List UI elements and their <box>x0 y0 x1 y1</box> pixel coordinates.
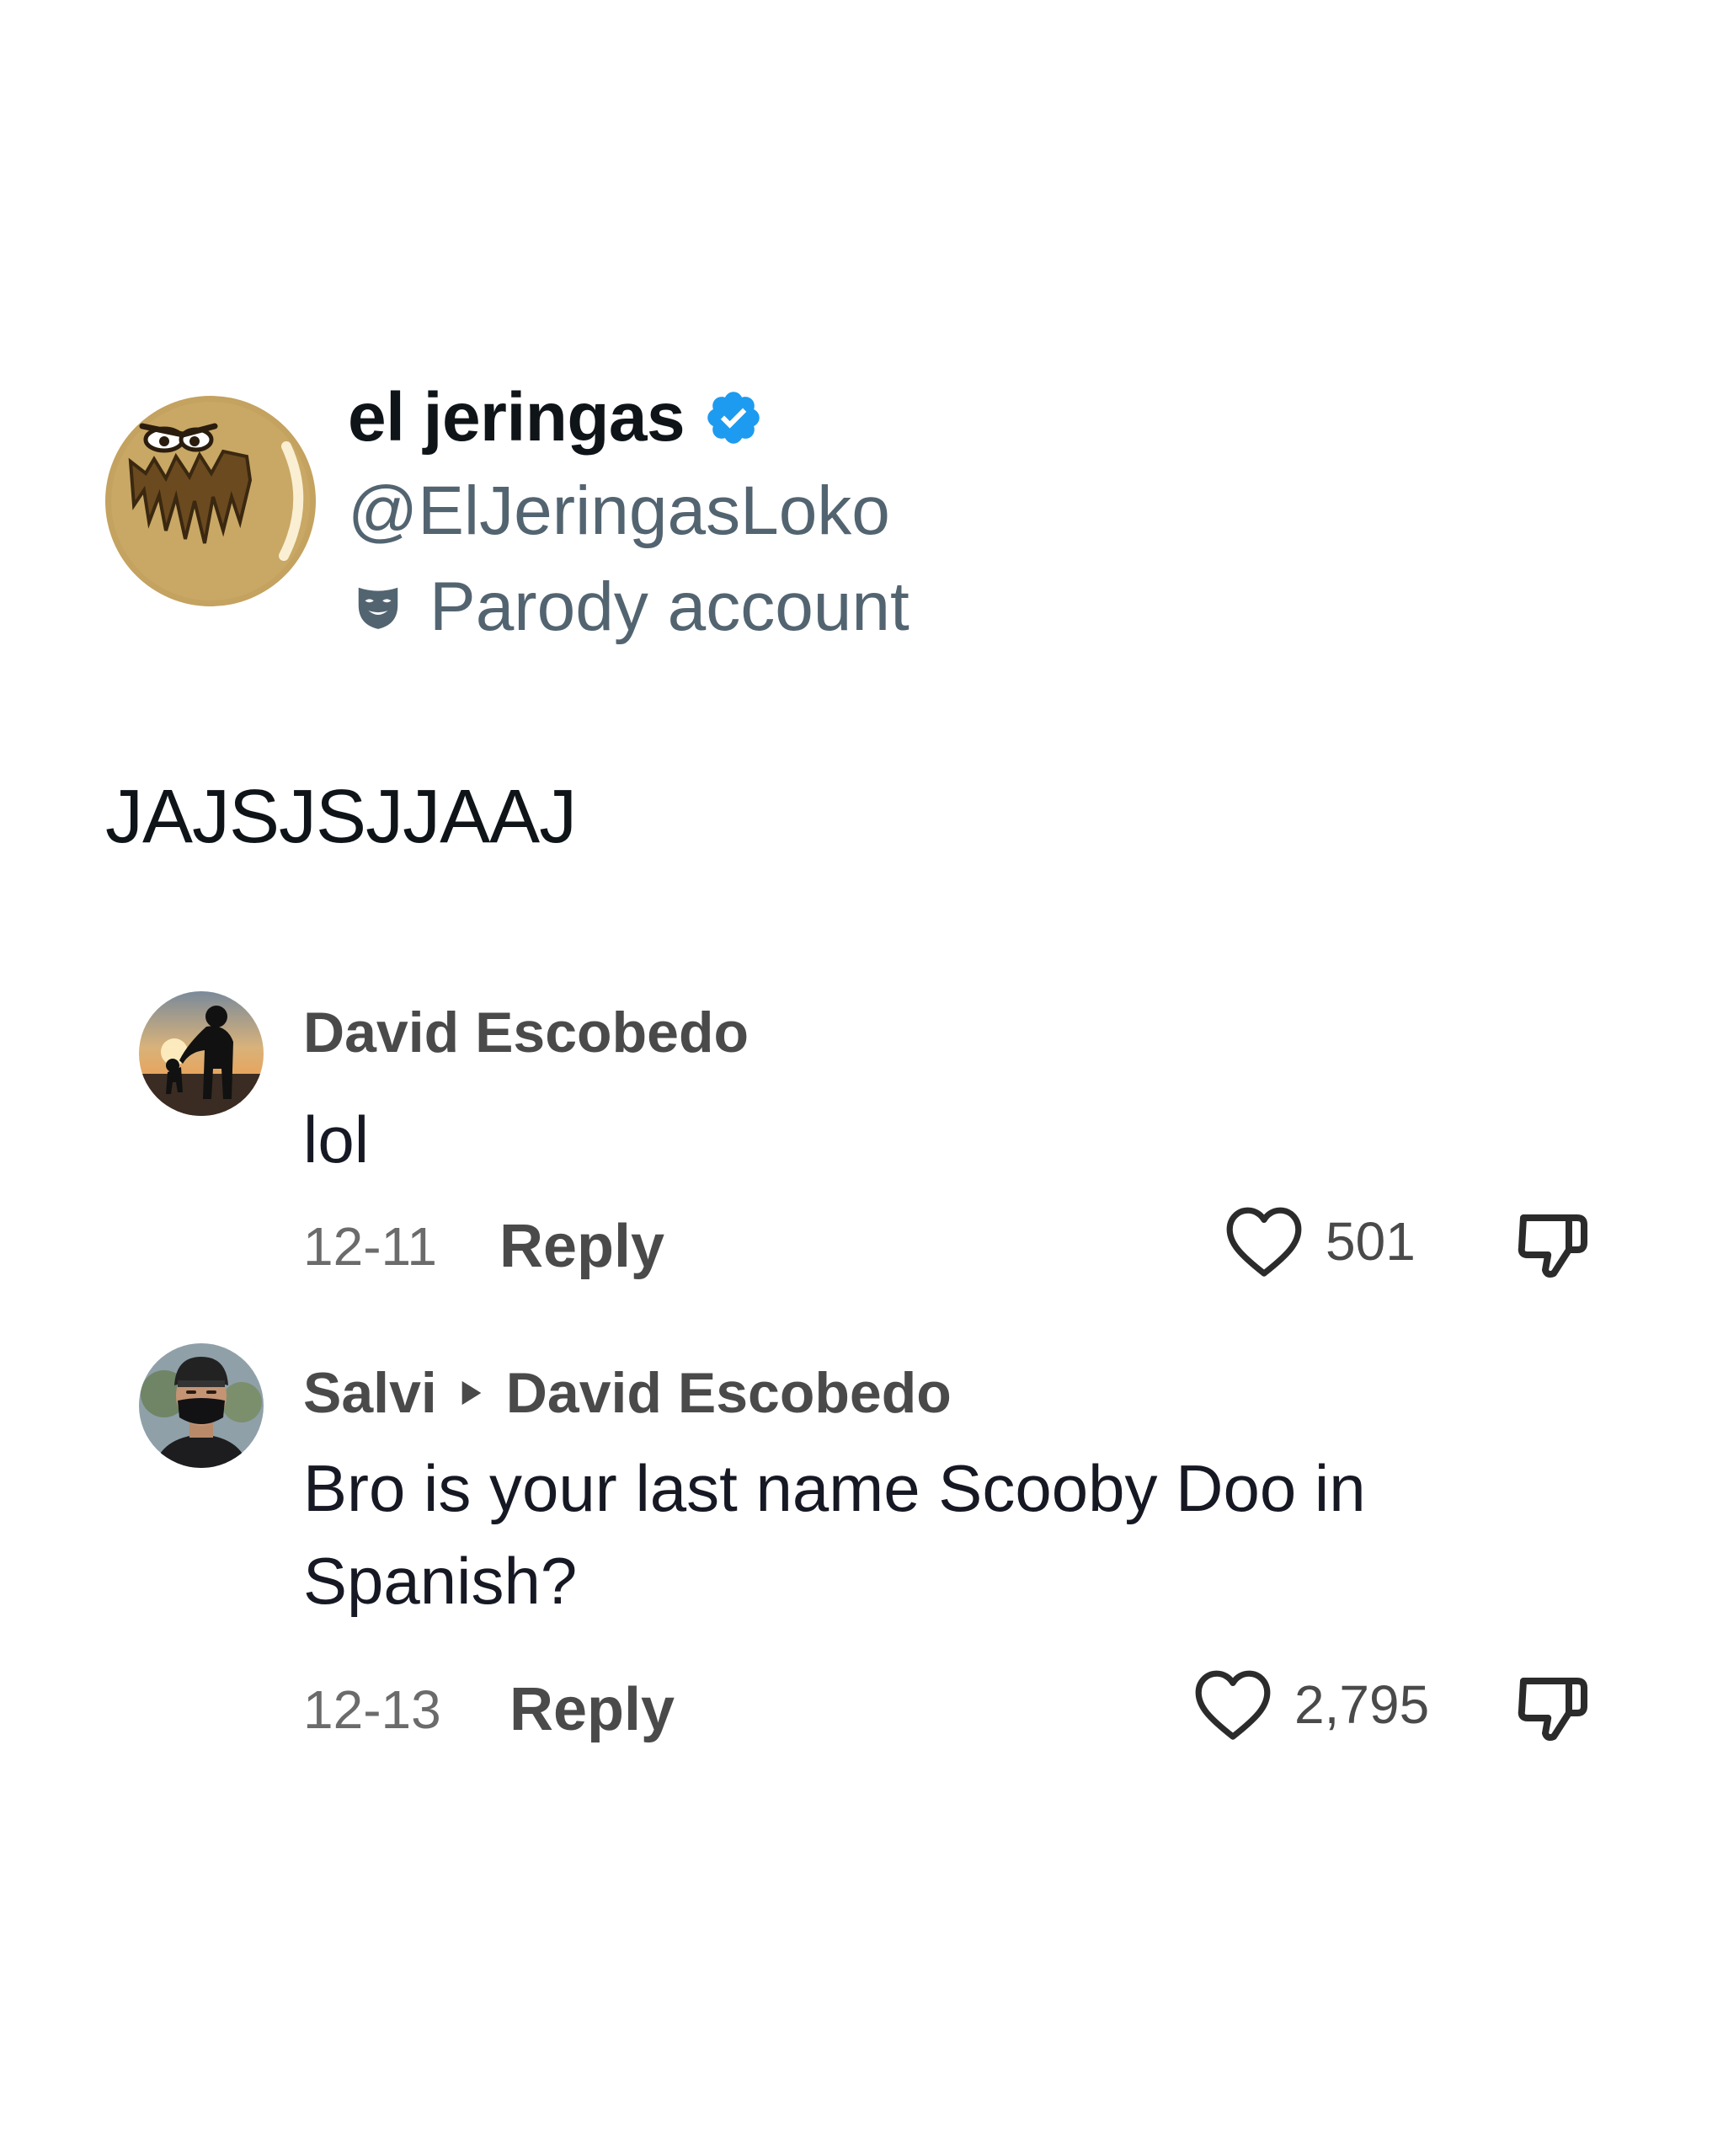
comment-text: Bro is your last name Scooby Doo in Span… <box>303 1451 1366 1618</box>
tweet-handle[interactable]: @ElJeringasLoko <box>348 477 890 546</box>
comment-author-row: David Escobedo <box>303 1004 749 1061</box>
comment-date: 12-13 <box>303 1679 441 1740</box>
verified-badge-icon <box>707 392 760 444</box>
dislike-thumbs-down-icon[interactable] <box>1512 1668 1592 1748</box>
reply-to-arrow-icon <box>461 1380 482 1406</box>
like-button[interactable]: 501 <box>1223 1204 1416 1278</box>
parody-mask-icon <box>358 587 398 629</box>
parody-account-label: Parody account <box>429 568 910 645</box>
like-count: 2,795 <box>1294 1674 1430 1735</box>
tweet-display-name[interactable]: el jeringas <box>348 383 685 452</box>
masked-man-avatar-icon <box>139 1343 264 1468</box>
comment-author-row: Salvi David Escobedo <box>303 1364 952 1422</box>
replied-to-author-name[interactable]: David Escobedo <box>506 1364 952 1422</box>
like-button[interactable]: 2,795 <box>1192 1668 1429 1742</box>
tweet-text: JAJSJSJJAAJ <box>105 775 577 859</box>
tweet-author-avatar[interactable] <box>105 396 316 606</box>
heart-icon <box>1195 1670 1271 1740</box>
dislike-thumbs-down-icon[interactable] <box>1512 1204 1592 1285</box>
comment-avatar[interactable] <box>139 991 264 1116</box>
reply-button[interactable]: Reply <box>509 1679 675 1740</box>
parody-label-row: Parody account <box>352 573 910 642</box>
like-count: 501 <box>1326 1211 1416 1272</box>
heart-icon <box>1226 1207 1302 1277</box>
sunset-silhouette-avatar-icon <box>139 991 264 1116</box>
comment-author-name[interactable]: Salvi <box>303 1364 437 1422</box>
tweet-author-name-row: el jeringas <box>348 383 764 452</box>
comment-date: 12-11 <box>303 1216 437 1277</box>
reply-button[interactable]: Reply <box>499 1216 664 1277</box>
comment-avatar[interactable] <box>139 1343 264 1468</box>
comment-author-name[interactable]: David Escobedo <box>303 1004 749 1061</box>
comment-text: lol <box>303 1102 370 1177</box>
monster-avatar-icon <box>105 396 316 606</box>
